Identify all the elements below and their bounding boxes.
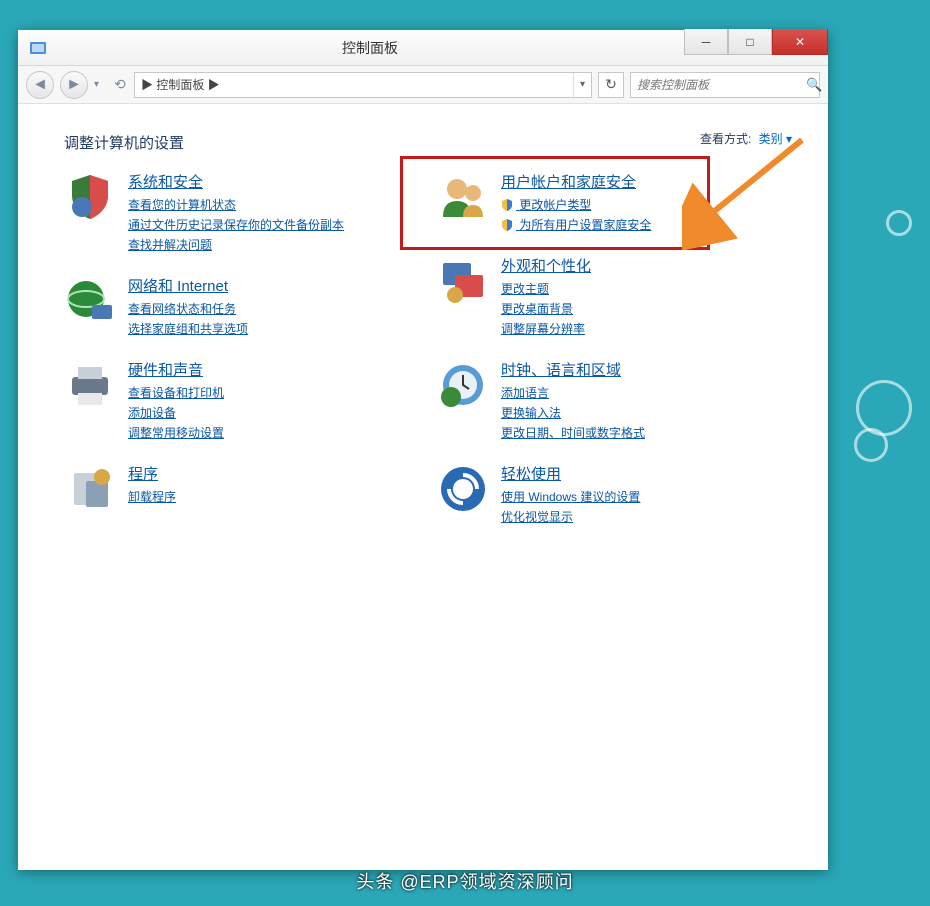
category-user-accounts: 用户帐户和家庭安全 更改帐户类型 为所有用户设置家庭安全 <box>437 171 800 233</box>
refresh-button[interactable]: ↻ <box>598 72 624 98</box>
left-column: 系统和安全 查看您的计算机状态 通过文件历史记录保存你的文件备份副本 查找并解决… <box>64 171 427 525</box>
clock-globe-icon <box>437 359 489 411</box>
globe-network-icon <box>64 275 116 327</box>
uac-shield-icon <box>501 199 513 211</box>
category-link[interactable]: 使用 Windows 建议的设置 <box>501 488 640 505</box>
category-link[interactable]: 更改帐户类型 <box>501 196 651 213</box>
category-hardware-sound: 硬件和声音 查看设备和打印机 添加设备 调整常用移动设置 <box>64 359 427 441</box>
category-link[interactable]: 卸载程序 <box>128 488 176 505</box>
category-title[interactable]: 系统和安全 <box>128 171 344 192</box>
category-link[interactable]: 更改日期、时间或数字格式 <box>501 424 645 441</box>
desktop-bubble <box>856 380 912 436</box>
right-column: 用户帐户和家庭安全 更改帐户类型 为所有用户设置家庭安全 <box>437 171 800 525</box>
category-network-internet: 网络和 Internet 查看网络状态和任务 选择家庭组和共享选项 <box>64 275 427 337</box>
window-title: 控制面板 <box>56 38 684 58</box>
category-title[interactable]: 用户帐户和家庭安全 <box>501 171 651 192</box>
category-link[interactable]: 查看您的计算机状态 <box>128 196 344 213</box>
titlebar: 控制面板 ─ □ ✕ <box>18 30 828 66</box>
category-link[interactable]: 更改主题 <box>501 280 591 297</box>
category-link[interactable]: 添加语言 <box>501 384 645 401</box>
page-title: 调整计算机的设置 <box>64 132 800 153</box>
category-system-security: 系统和安全 查看您的计算机状态 通过文件历史记录保存你的文件备份副本 查找并解决… <box>64 171 427 253</box>
forward-button[interactable]: ► <box>60 71 88 99</box>
minimize-button[interactable]: ─ <box>684 29 728 55</box>
category-title[interactable]: 外观和个性化 <box>501 255 591 276</box>
history-dropdown[interactable]: ▾ <box>94 79 108 90</box>
category-title[interactable]: 网络和 Internet <box>128 275 248 296</box>
content-area: 调整计算机的设置 查看方式: 类别 ▾ 系统和安全 查看您的计算机状态 通过文件… <box>18 104 828 870</box>
category-link[interactable]: 查看设备和打印机 <box>128 384 224 401</box>
close-button[interactable]: ✕ <box>772 29 828 55</box>
user-accounts-icon <box>437 171 489 223</box>
control-panel-window: 控制面板 ─ □ ✕ ◄ ► ▾ ⟲ ▶ 控制面板 ▶ ▾ ↻ 🔍 调整计算机的… <box>18 30 828 870</box>
view-by-label: 查看方式: <box>700 132 751 146</box>
category-title[interactable]: 时钟、语言和区域 <box>501 359 645 380</box>
category-link[interactable]: 查看网络状态和任务 <box>128 300 248 317</box>
programs-box-icon <box>64 463 116 515</box>
category-link[interactable]: 为所有用户设置家庭安全 <box>501 216 651 233</box>
category-link[interactable]: 选择家庭组和共享选项 <box>128 320 248 337</box>
appearance-icon <box>437 255 489 307</box>
maximize-button[interactable]: □ <box>728 29 772 55</box>
category-clock-language-region: 时钟、语言和区域 添加语言 更换输入法 更改日期、时间或数字格式 <box>437 359 800 441</box>
desktop-bubble <box>854 428 888 462</box>
category-appearance: 外观和个性化 更改主题 更改桌面背景 调整屏幕分辨率 <box>437 255 800 337</box>
ease-of-access-icon <box>437 463 489 515</box>
address-dropdown-icon[interactable]: ▾ <box>573 73 591 97</box>
category-link[interactable]: 通过文件历史记录保存你的文件备份副本 <box>128 216 344 233</box>
category-title[interactable]: 硬件和声音 <box>128 359 224 380</box>
category-link[interactable]: 更换输入法 <box>501 404 645 421</box>
category-link[interactable]: 调整屏幕分辨率 <box>501 320 591 337</box>
category-title[interactable]: 轻松使用 <box>501 463 640 484</box>
view-by-value[interactable]: 类别 ▾ <box>759 132 792 146</box>
category-link[interactable]: 优化视觉显示 <box>501 508 640 525</box>
app-icon <box>26 36 50 60</box>
breadcrumb[interactable]: ▶ 控制面板 ▶ <box>135 76 226 93</box>
category-link[interactable]: 更改桌面背景 <box>501 300 591 317</box>
back-button[interactable]: ◄ <box>26 71 54 99</box>
address-bar-row: ◄ ► ▾ ⟲ ▶ 控制面板 ▶ ▾ ↻ 🔍 <box>18 66 828 104</box>
category-ease-of-access: 轻松使用 使用 Windows 建议的设置 优化视觉显示 <box>437 463 800 525</box>
uac-shield-icon <box>501 219 513 231</box>
up-button[interactable]: ⟲ <box>114 76 128 93</box>
category-programs: 程序 卸载程序 <box>64 463 427 515</box>
printer-hardware-icon <box>64 359 116 411</box>
watermark-text: 头条 @ERP领域资深顾问 <box>0 868 930 894</box>
search-icon[interactable]: 🔍 <box>800 77 828 93</box>
view-by-row: 查看方式: 类别 ▾ <box>700 130 792 147</box>
shield-security-icon <box>64 171 116 223</box>
category-link[interactable]: 添加设备 <box>128 404 224 421</box>
desktop-bubble <box>886 210 912 236</box>
address-bar[interactable]: ▶ 控制面板 ▶ ▾ <box>134 72 592 98</box>
category-title[interactable]: 程序 <box>128 463 176 484</box>
category-link[interactable]: 调整常用移动设置 <box>128 424 224 441</box>
search-box[interactable]: 🔍 <box>630 72 820 98</box>
search-input[interactable] <box>631 78 800 92</box>
category-link[interactable]: 查找并解决问题 <box>128 236 344 253</box>
